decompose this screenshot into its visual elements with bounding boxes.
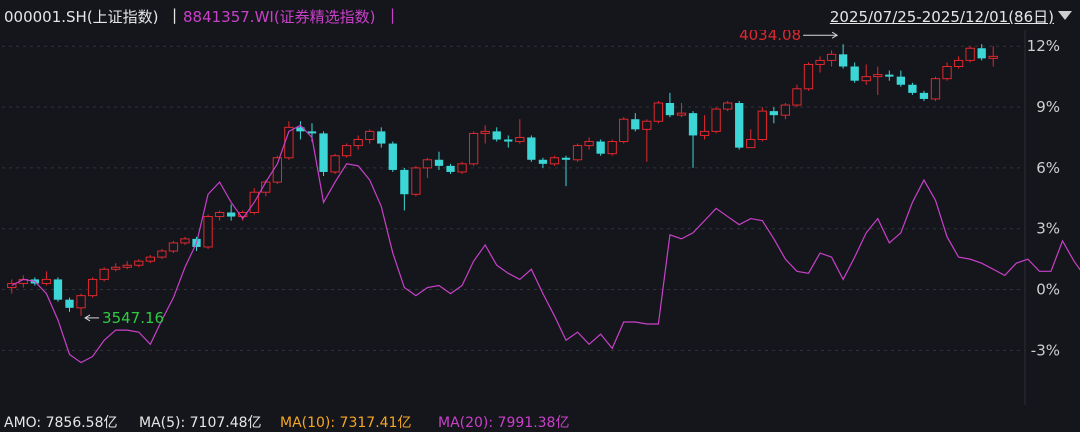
candle-body [942, 66, 952, 80]
candle-body [168, 242, 179, 252]
candle-body [434, 159, 444, 166]
low-price-label: 3547.16 [102, 309, 164, 327]
candle-body [711, 108, 721, 132]
candle-body [227, 212, 236, 217]
candle-body [157, 250, 167, 258]
candle-body [504, 139, 513, 142]
candle-body [99, 268, 109, 280]
candle-body [780, 104, 791, 116]
candle-body [203, 216, 213, 248]
candle-body [549, 157, 560, 165]
candle-body [422, 159, 433, 169]
candle-body [723, 102, 733, 110]
candle-body [676, 112, 687, 116]
date-range-selector[interactable]: 2025/07/25-2025/12/01(86日) [830, 6, 1054, 27]
ma10-value: MA(10): 7317.41亿 [280, 415, 412, 431]
y-tick-label: -3% [1031, 341, 1060, 359]
candle-body [815, 59, 825, 65]
high-price-label: 4034.08 [739, 30, 801, 44]
candle-body [908, 84, 917, 93]
y-tick-label: 0% [1036, 281, 1060, 299]
candle-body [873, 74, 883, 78]
candle-body [988, 55, 998, 59]
candle-body [468, 132, 479, 165]
candle-body [826, 53, 837, 61]
candle-body [746, 139, 756, 149]
y-tick-label: 12% [1027, 37, 1060, 55]
candle-body [377, 131, 386, 144]
candle-body [631, 119, 640, 130]
candle-body [930, 78, 941, 100]
candle-body [319, 133, 328, 172]
chart-header: 000001.SH(上证指数) | 8841357.WI(证券精选指数) | 2… [0, 0, 1080, 30]
candle-body [400, 169, 409, 195]
candle-body [642, 120, 652, 130]
candle-body [885, 74, 894, 77]
candle-body [87, 278, 98, 297]
candle-body [735, 103, 744, 148]
candle-body [446, 165, 455, 172]
candle-body [41, 278, 52, 284]
candle-body [572, 145, 583, 161]
candle-body [953, 59, 964, 67]
candle-body [803, 63, 814, 90]
candlestick-chart: 12% 9% 6% 3% 0% -3% 4034.08 3547.16 [2, 30, 1080, 405]
candle-body [769, 111, 778, 116]
candle-body [122, 264, 132, 268]
candle-body [411, 167, 421, 195]
candle-body [699, 130, 710, 136]
candle-body [145, 256, 155, 262]
candle-body [515, 136, 525, 143]
candle-body [76, 295, 86, 309]
y-tick-label: 3% [1036, 220, 1060, 238]
candle-body [896, 76, 906, 85]
candle-body [53, 279, 63, 300]
candle-body [850, 66, 859, 81]
candle-body [838, 54, 848, 67]
candle-body [111, 266, 121, 270]
candle-body [688, 113, 698, 136]
candle-body [134, 260, 144, 266]
candle-body [388, 143, 397, 170]
candle-body [65, 299, 74, 308]
candle-body [457, 163, 467, 173]
ma5-value: MA(5): 7107.48亿 [139, 415, 262, 431]
volume-stats-bar: AMO: 7856.58亿 MA(5): 7107.48亿 MA(10): 73… [0, 410, 1080, 432]
y-tick-label: 9% [1036, 98, 1060, 116]
candle-body [619, 118, 629, 143]
dropdown-triangle-icon[interactable] [1058, 11, 1072, 20]
candle-body [480, 130, 490, 134]
candle-body [492, 131, 501, 140]
compare-index-title[interactable]: 8841357.WI(证券精选指数) [183, 6, 376, 27]
candle-body [665, 103, 675, 116]
candle-body [527, 137, 536, 160]
title-separator: | [390, 6, 396, 24]
candle-body [653, 102, 664, 122]
candle-body [214, 212, 225, 218]
candle-body [757, 110, 767, 141]
amo-value: AMO: 7856.58亿 [4, 415, 118, 431]
candle-body [272, 157, 282, 183]
candle-body [965, 47, 975, 61]
candle-body [341, 145, 352, 157]
candle-body [919, 92, 929, 99]
ma20-value: MA(20): 7991.38亿 [438, 415, 570, 431]
y-tick-label: 6% [1036, 159, 1060, 177]
index-title[interactable]: 000001.SH(上证指数) [4, 6, 159, 27]
candle-body [538, 159, 548, 164]
candle-body [584, 141, 594, 147]
candle-body [596, 141, 605, 154]
candle-body [607, 141, 617, 155]
candle-body [180, 238, 190, 244]
candle-body [561, 157, 571, 160]
candle-body [792, 88, 802, 106]
candle-body [353, 139, 363, 147]
title-separator: | [172, 6, 178, 24]
candle-body [977, 48, 986, 59]
candle-body [330, 155, 340, 173]
candle-body [307, 131, 317, 134]
candle-body [861, 76, 871, 82]
candle-body [365, 130, 375, 140]
